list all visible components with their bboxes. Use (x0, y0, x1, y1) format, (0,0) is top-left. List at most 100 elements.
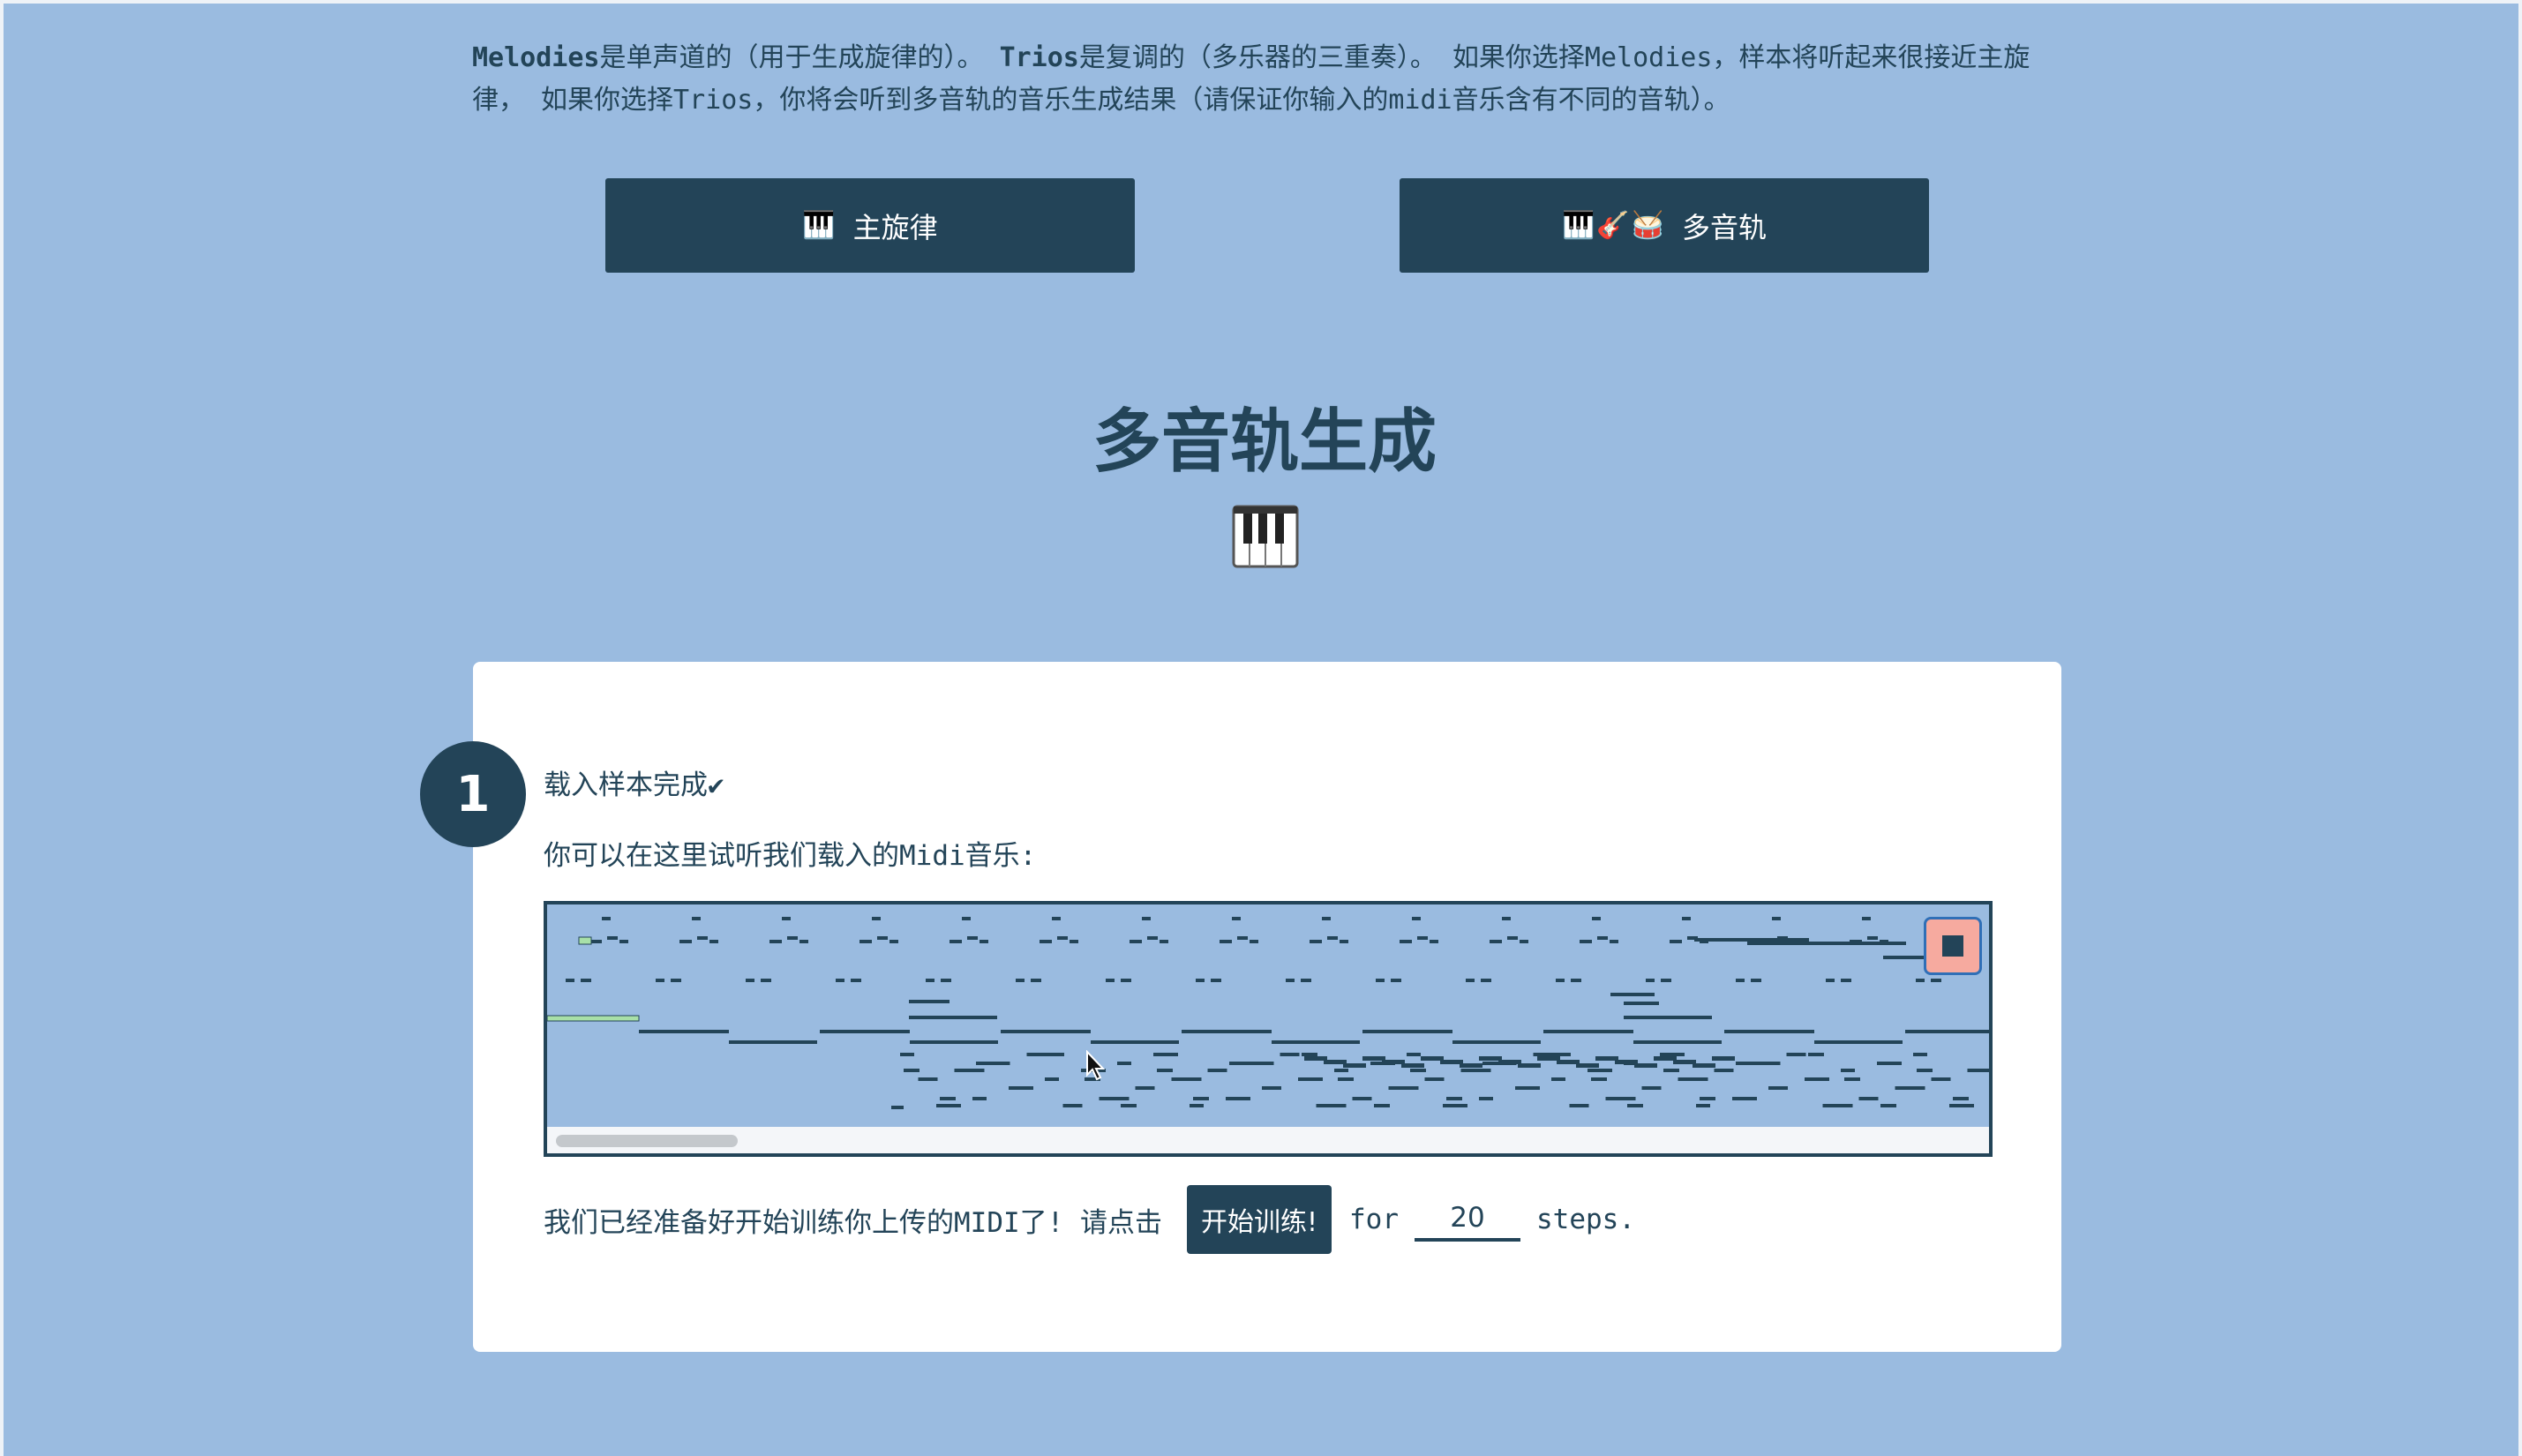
train-prompt: 我们已经准备好开始训练你上传的MIDI了! 请点击 (544, 1206, 1162, 1239)
piano-roll-note (1646, 979, 1655, 982)
piano-roll-note (872, 917, 881, 920)
piano-roll-note (1624, 1016, 1712, 1019)
piano-roll-note (1880, 1104, 1896, 1107)
piano-roll-note (787, 936, 798, 940)
piano-roll-note (1826, 979, 1835, 982)
piano-roll-note (980, 940, 988, 943)
piano-roll-note (639, 1030, 729, 1033)
piano-roll-note (1430, 940, 1438, 943)
piano-roll-note (1106, 979, 1115, 982)
piano-roll-note (1424, 1077, 1445, 1081)
piano-roll-note (746, 979, 754, 982)
steps-input[interactable] (1415, 1197, 1521, 1242)
piano-roll-note (1466, 979, 1475, 982)
piano-roll-note (1298, 1077, 1323, 1081)
load-status: 载入样本完成✔ (544, 769, 724, 801)
piano-roll-note (1196, 979, 1205, 982)
piano-roll-note (1858, 1097, 1879, 1100)
steps-label: steps. (1536, 1204, 1635, 1235)
piano-roll-note (1724, 1030, 1814, 1033)
piano-roll-note (656, 979, 664, 982)
piano-roll-note (1597, 936, 1608, 940)
piano-roll-note (1302, 1053, 1317, 1056)
piano-icon: 🎹 (802, 210, 837, 241)
piano-roll-note (1338, 1077, 1354, 1081)
piano-roll-note (1412, 917, 1421, 920)
melody-mode-button[interactable]: 🎹 主旋律 (605, 178, 1135, 273)
piano-roll-note (1135, 1086, 1155, 1090)
melodies-description: 是单声道的（用于生成旋律的）。 (599, 42, 984, 73)
piano-roll-note (1814, 1040, 1903, 1044)
piano-roll-note (1490, 940, 1502, 943)
piano-roll-note (1634, 1063, 1657, 1068)
piano-roll-note (1660, 1053, 1685, 1056)
piano-guitar-drum-icon: 🎹🎸🥁 (1561, 210, 1667, 241)
piano-roll-note (926, 979, 934, 982)
piano-roll-note (967, 936, 978, 940)
piano-roll-note (976, 1062, 992, 1065)
piano-roll-note (679, 940, 692, 943)
piano-roll-note (1580, 940, 1592, 943)
mode-description: Melodies是单声道的（用于生成旋律的）。 Trios是复调的（多乐器的三重… (472, 37, 2060, 122)
piano-roll-note (1121, 1104, 1137, 1107)
horizontal-scrollbar[interactable] (547, 1127, 1989, 1153)
piano-roll-note (1967, 1069, 1989, 1072)
trios-description: 是复调的（多乐器的三重奏）。 (1078, 42, 1437, 73)
piano-roll-note (1624, 1002, 1659, 1005)
piano-roll-note (1519, 1086, 1535, 1090)
piano-roll-note (1220, 940, 1232, 943)
piano-roll-note (1322, 917, 1331, 920)
stop-button[interactable] (1924, 917, 1982, 975)
piano-roll-note (709, 940, 718, 943)
piano-roll-note (1286, 979, 1295, 982)
piano-roll-notes (547, 917, 1989, 1109)
piano-roll-note (1417, 936, 1428, 940)
piano-roll-note (1576, 1063, 1599, 1068)
piano-roll-note (1633, 1040, 1722, 1044)
midi-piano-roll[interactable] (544, 901, 1993, 1157)
piano-roll-note (1211, 979, 1221, 982)
piano-roll-note (1610, 993, 1655, 996)
piano-roll-note (1931, 1077, 1951, 1081)
piano-roll-note (1700, 1097, 1715, 1100)
for-label: for (1349, 1204, 1400, 1235)
piano-roll-note (1229, 1062, 1245, 1065)
piano-roll-note (578, 936, 592, 945)
piano-roll-note (1374, 1104, 1390, 1107)
trio-mode-label: 多音轨 (1682, 210, 1768, 244)
piano-roll-note (891, 1106, 904, 1109)
piano-roll-note (1772, 1086, 1788, 1090)
piano-roll-note (909, 1016, 997, 1019)
piano-roll-note (1272, 1040, 1360, 1044)
piano-roll-note (769, 940, 782, 943)
piano-roll-note (1091, 1040, 1179, 1044)
piano-roll-note (851, 979, 861, 982)
piano-roll-note (1460, 1069, 1491, 1072)
piano-roll-note (909, 1000, 950, 1003)
piano-roll-note (566, 979, 574, 982)
piano-roll-note (1916, 979, 1925, 982)
piano-roll-note (1905, 1030, 1989, 1033)
piano-roll-note (1352, 1097, 1372, 1100)
piano-roll-note (1736, 979, 1745, 982)
piano-roll-note (1160, 940, 1168, 943)
piano-roll-note (1805, 1077, 1829, 1081)
piano-roll-note (1844, 1077, 1860, 1081)
scrollbar-thumb[interactable] (556, 1135, 738, 1147)
piano-roll-note (671, 979, 681, 982)
piano-roll-note (918, 1077, 938, 1081)
piano-roll-note (1340, 940, 1348, 943)
piano-roll-note (1401, 1063, 1424, 1068)
piano-roll-note (1841, 1069, 1855, 1072)
start-training-button[interactable]: 开始训练! (1186, 1185, 1332, 1254)
piano-roll-note (910, 1040, 998, 1044)
melody-mode-label: 主旋律 (852, 210, 938, 244)
piano-roll-note (729, 1040, 817, 1044)
piano-roll-note (877, 936, 888, 940)
piano-roll-note (859, 940, 872, 943)
piano-roll-note (1410, 1069, 1426, 1072)
piano-roll-note (1772, 917, 1781, 920)
trio-mode-button[interactable]: 🎹🎸🥁 多音轨 (1400, 178, 1929, 273)
piano-roll-note (1895, 1086, 1925, 1090)
piano-roll-note (1953, 1097, 1969, 1100)
